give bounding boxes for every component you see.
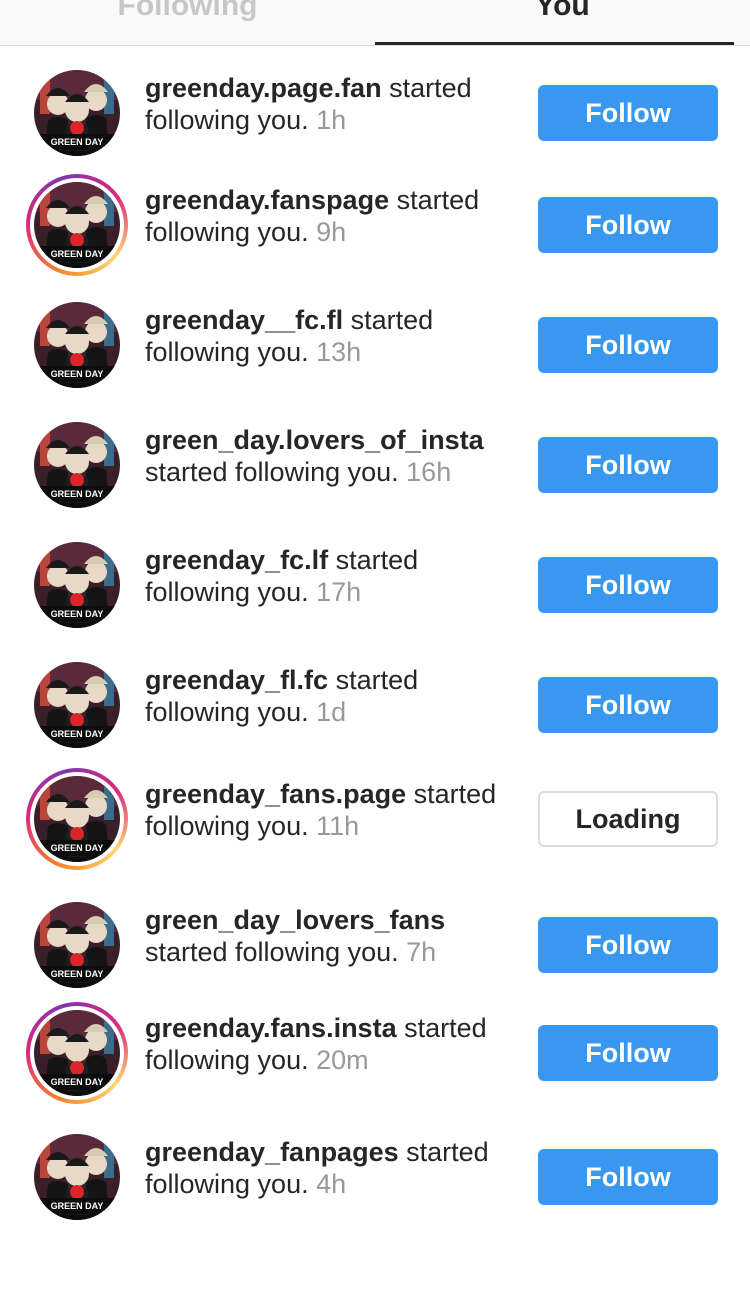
notification-action: started following you. bbox=[145, 937, 399, 967]
notification-text: green_day.lovers_of_insta started follow… bbox=[145, 424, 515, 488]
list-item: GREEN DAY · · · · · · · · greenday_fanpa… bbox=[0, 1126, 750, 1230]
timestamp: 1h bbox=[316, 105, 347, 135]
profile-picture: GREEN DAY · · · · · · · · bbox=[34, 1134, 120, 1220]
svg-text:· · · · · · · ·: · · · · · · · · bbox=[68, 1212, 86, 1217]
svg-text:· · · · · · · ·: · · · · · · · · bbox=[68, 854, 86, 859]
follow-button[interactable]: Follow bbox=[538, 317, 718, 373]
timestamp: 17h bbox=[316, 577, 362, 607]
svg-text:· · · · · · · ·: · · · · · · · · bbox=[68, 500, 86, 505]
svg-text:GREEN DAY: GREEN DAY bbox=[51, 843, 104, 853]
svg-text:· · · · · · · ·: · · · · · · · · bbox=[68, 148, 86, 153]
list-item: GREEN DAY · · · · · · · · greenday.fans.… bbox=[0, 1002, 750, 1106]
svg-text:· · · · · · · ·: · · · · · · · · bbox=[68, 1088, 86, 1093]
profile-picture: GREEN DAY · · · · · · · · bbox=[34, 1010, 120, 1096]
follow-button[interactable]: Follow bbox=[538, 557, 718, 613]
svg-text:GREEN DAY: GREEN DAY bbox=[51, 489, 104, 499]
follow-button[interactable]: Follow bbox=[538, 85, 718, 141]
follow-button[interactable]: Follow bbox=[538, 917, 718, 973]
timestamp: 11h bbox=[316, 811, 360, 841]
profile-picture: GREEN DAY · · · · · · · · bbox=[34, 422, 120, 508]
follow-button[interactable]: Follow bbox=[538, 1149, 718, 1205]
follow-button[interactable]: Follow bbox=[538, 437, 718, 493]
list-item: GREEN DAY · · · · · · · · greenday_fl.fc… bbox=[0, 654, 750, 758]
profile-picture: GREEN DAY · · · · · · · · bbox=[34, 662, 120, 748]
timestamp: 1d bbox=[316, 697, 347, 727]
svg-text:· · · · · · · ·: · · · · · · · · bbox=[68, 980, 86, 985]
svg-text:· · · · · · · ·: · · · · · · · · bbox=[68, 620, 86, 625]
username-link[interactable]: greenday.page.fan bbox=[145, 73, 382, 103]
timestamp: 7h bbox=[406, 937, 437, 967]
list-item: GREEN DAY · · · · · · · · green_day_love… bbox=[0, 894, 750, 998]
username-link[interactable]: greenday.fanspage bbox=[145, 185, 389, 215]
svg-text:GREEN DAY: GREEN DAY bbox=[51, 1077, 104, 1087]
svg-text:GREEN DAY: GREEN DAY bbox=[51, 609, 104, 619]
profile-picture: GREEN DAY · · · · · · · · bbox=[34, 70, 120, 156]
active-tab-indicator bbox=[375, 42, 734, 45]
list-item: GREEN DAY · · · · · · · · greenday_fc.lf… bbox=[0, 534, 750, 638]
avatar[interactable]: GREEN DAY · · · · · · · · bbox=[26, 894, 128, 996]
avatar[interactable]: GREEN DAY · · · · · · · · bbox=[26, 62, 128, 164]
notification-text: greenday_fl.fc started following you. 1d bbox=[145, 664, 515, 728]
profile-picture: GREEN DAY · · · · · · · · bbox=[34, 776, 120, 862]
tab-following[interactable]: Following bbox=[0, 0, 375, 45]
svg-text:· · · · · · · ·: · · · · · · · · bbox=[68, 380, 86, 385]
svg-text:GREEN DAY: GREEN DAY bbox=[51, 729, 104, 739]
avatar[interactable]: GREEN DAY · · · · · · · · bbox=[26, 768, 128, 870]
avatar[interactable]: GREEN DAY · · · · · · · · bbox=[26, 1002, 128, 1104]
activity-tabs: Following You bbox=[0, 0, 750, 46]
notification-text: green_day_lovers_fans started following … bbox=[145, 904, 515, 968]
username-link[interactable]: greenday__fc.fl bbox=[145, 305, 343, 335]
svg-text:GREEN DAY: GREEN DAY bbox=[51, 369, 104, 379]
timestamp: 20m bbox=[316, 1045, 369, 1075]
follow-button[interactable]: Follow bbox=[538, 197, 718, 253]
notification-text: greenday.fans.insta started following yo… bbox=[145, 1012, 515, 1076]
notification-action: started following you. bbox=[145, 457, 399, 487]
username-link[interactable]: green_day.lovers_of_insta bbox=[145, 425, 484, 455]
avatar[interactable]: GREEN DAY · · · · · · · · bbox=[26, 534, 128, 636]
notification-text: greenday.fanspage started following you.… bbox=[145, 184, 515, 248]
notification-text: greenday_fanpages started following you.… bbox=[145, 1136, 515, 1200]
list-item: GREEN DAY · · · · · · · · greenday.page.… bbox=[0, 62, 750, 166]
username-link[interactable]: greenday_fanpages bbox=[145, 1137, 399, 1167]
list-item: GREEN DAY · · · · · · · · greenday__fc.f… bbox=[0, 294, 750, 398]
list-item: GREEN DAY · · · · · · · · greenday_fans.… bbox=[0, 768, 750, 872]
svg-text:GREEN DAY: GREEN DAY bbox=[51, 1201, 104, 1211]
svg-text:· · · · · · · ·: · · · · · · · · bbox=[68, 740, 86, 745]
list-item: GREEN DAY · · · · · · · · green_day.love… bbox=[0, 414, 750, 518]
notification-text: greenday__fc.fl started following you. 1… bbox=[145, 304, 515, 368]
username-link[interactable]: greenday_fl.fc bbox=[145, 665, 328, 695]
username-link[interactable]: greenday_fc.lf bbox=[145, 545, 328, 575]
avatar[interactable]: GREEN DAY · · · · · · · · bbox=[26, 174, 128, 276]
svg-text:GREEN DAY: GREEN DAY bbox=[51, 137, 104, 147]
avatar[interactable]: GREEN DAY · · · · · · · · bbox=[26, 294, 128, 396]
username-link[interactable]: greenday_fans.page bbox=[145, 779, 406, 809]
username-link[interactable]: green_day_lovers_fans bbox=[145, 905, 445, 935]
avatar[interactable]: GREEN DAY · · · · · · · · bbox=[26, 654, 128, 756]
avatar[interactable]: GREEN DAY · · · · · · · · bbox=[26, 1126, 128, 1228]
timestamp: 4h bbox=[316, 1169, 347, 1199]
svg-text:GREEN DAY: GREEN DAY bbox=[51, 249, 104, 259]
profile-picture: GREEN DAY · · · · · · · · bbox=[34, 302, 120, 388]
follow-button[interactable]: Follow bbox=[538, 1025, 718, 1081]
svg-text:GREEN DAY: GREEN DAY bbox=[51, 969, 104, 979]
timestamp: 13h bbox=[316, 337, 362, 367]
follow-button[interactable]: Follow bbox=[538, 677, 718, 733]
profile-picture: GREEN DAY · · · · · · · · bbox=[34, 902, 120, 988]
tab-you[interactable]: You bbox=[375, 0, 750, 45]
svg-text:· · · · · · · ·: · · · · · · · · bbox=[68, 260, 86, 265]
list-item: GREEN DAY · · · · · · · · greenday.fansp… bbox=[0, 174, 750, 278]
profile-picture: GREEN DAY · · · · · · · · bbox=[34, 182, 120, 268]
timestamp: 9h bbox=[316, 217, 347, 247]
timestamp: 16h bbox=[406, 457, 452, 487]
notification-text: greenday_fc.lf started following you. 17… bbox=[145, 544, 515, 608]
avatar[interactable]: GREEN DAY · · · · · · · · bbox=[26, 414, 128, 516]
notification-text: greenday.page.fan started following you.… bbox=[145, 72, 515, 136]
loading-button[interactable]: Loading bbox=[538, 791, 718, 847]
notification-text: greenday_fans.page started following you… bbox=[145, 778, 515, 842]
profile-picture: GREEN DAY · · · · · · · · bbox=[34, 542, 120, 628]
username-link[interactable]: greenday.fans.insta bbox=[145, 1013, 397, 1043]
